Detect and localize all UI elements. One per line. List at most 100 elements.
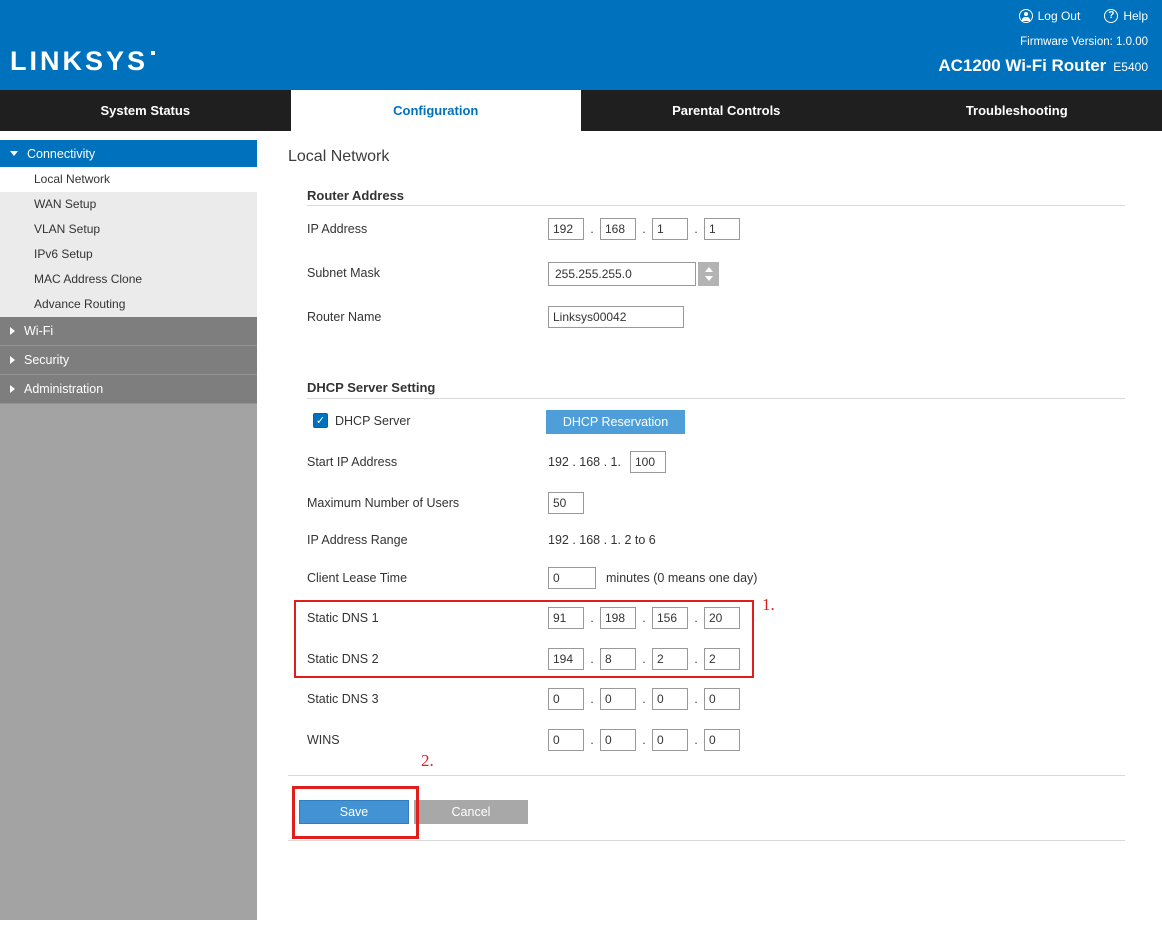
octet-separator — [688, 611, 704, 625]
lease-time-suffix: minutes (0 means one day) — [606, 571, 757, 585]
max-users-input[interactable] — [548, 492, 584, 514]
sidebar-section-administration[interactable]: Administration — [0, 375, 257, 404]
subnet-mask-text: 255.255.255.0 — [555, 267, 632, 281]
help-question-icon — [1104, 9, 1118, 23]
dns3-octet-2-input[interactable] — [600, 688, 636, 710]
octet-separator — [584, 611, 600, 625]
chevron-right-icon — [10, 385, 15, 393]
divider — [307, 398, 1125, 399]
spinner-up-icon — [705, 267, 713, 272]
tab-configuration[interactable]: Configuration — [291, 90, 582, 131]
octet-separator — [636, 611, 652, 625]
chevron-right-icon — [10, 327, 15, 335]
lease-time-input[interactable] — [548, 567, 596, 589]
sidebar-item-ipv6-setup[interactable]: IPv6 Setup — [0, 242, 257, 267]
ip-octet-2-input[interactable] — [600, 218, 636, 240]
ip-octet-4-input[interactable] — [704, 218, 740, 240]
dns2-octet-4-input[interactable] — [704, 648, 740, 670]
logo-trademark-icon — [151, 51, 155, 55]
main-content: Local Network Router Address IP Address … — [288, 131, 1162, 942]
router-name-input[interactable] — [548, 306, 684, 328]
octet-separator — [584, 222, 600, 236]
subnet-mask-label: Subnet Mask — [307, 266, 380, 280]
octet-separator — [688, 733, 704, 747]
router-admin-page: LINKSYS Log Out Help Firmware Version: 1… — [0, 0, 1162, 942]
subnet-mask-value: 255.255.255.0 — [548, 262, 696, 286]
static-dns1-label: Static DNS 1 — [307, 611, 379, 625]
dns1-octet-3-input[interactable] — [652, 607, 688, 629]
logo-text: LINKSYS — [10, 46, 148, 76]
sidebar-section-label: Administration — [24, 382, 103, 396]
octet-separator — [636, 733, 652, 747]
divider — [288, 775, 1125, 776]
static-dns1-octets — [548, 607, 740, 629]
subnet-mask-select[interactable]: 255.255.255.0 — [548, 262, 719, 286]
wins-label: WINS — [307, 733, 340, 747]
divider — [307, 205, 1125, 206]
ip-address-label: IP Address — [307, 222, 367, 236]
cancel-button[interactable]: Cancel — [414, 800, 528, 824]
octet-separator — [584, 733, 600, 747]
sidebar-section-connectivity[interactable]: Connectivity — [0, 140, 257, 167]
sidebar-background — [0, 404, 257, 920]
firmware-version: Firmware Version: 1.0.00 — [1020, 36, 1148, 48]
max-users-label: Maximum Number of Users — [307, 496, 459, 510]
model-number: E5400 — [1113, 60, 1148, 74]
sidebar-item-mac-address-clone[interactable]: MAC Address Clone — [0, 267, 257, 292]
dns2-octet-3-input[interactable] — [652, 648, 688, 670]
sidebar-section-label: Connectivity — [27, 147, 95, 161]
help-link[interactable]: Help — [1104, 9, 1148, 23]
sidebar-item-wan-setup[interactable]: WAN Setup — [0, 192, 257, 217]
sidebar-item-vlan-setup[interactable]: VLAN Setup — [0, 217, 257, 242]
tab-bar: System Status Configuration Parental Con… — [0, 90, 1162, 131]
wins-octet-3-input[interactable] — [652, 729, 688, 751]
linksys-logo: LINKSYS — [10, 46, 155, 77]
tab-parental-controls[interactable]: Parental Controls — [581, 90, 872, 131]
dns2-octet-1-input[interactable] — [548, 648, 584, 670]
sidebar-item-advance-routing[interactable]: Advance Routing — [0, 292, 257, 317]
start-ip-input[interactable] — [630, 451, 666, 473]
start-ip-prefix: 192 . 168 . 1. — [548, 455, 621, 469]
router-name-label: Router Name — [307, 310, 381, 324]
tab-system-status[interactable]: System Status — [0, 90, 291, 131]
dhcp-server-checkbox[interactable] — [313, 413, 328, 428]
product-name: AC1200 Wi-Fi Router — [938, 56, 1106, 76]
dns3-octet-3-input[interactable] — [652, 688, 688, 710]
header-links: Log Out Help — [1019, 9, 1148, 23]
dns3-octet-4-input[interactable] — [704, 688, 740, 710]
static-dns2-label: Static DNS 2 — [307, 652, 379, 666]
ip-address-octets — [548, 218, 740, 240]
dns1-octet-2-input[interactable] — [600, 607, 636, 629]
dns3-octet-1-input[interactable] — [548, 688, 584, 710]
wins-octet-1-input[interactable] — [548, 729, 584, 751]
sidebar-section-security[interactable]: Security — [0, 346, 257, 375]
ip-range-label: IP Address Range — [307, 533, 408, 547]
static-dns2-octets — [548, 648, 740, 670]
ip-octet-1-input[interactable] — [548, 218, 584, 240]
router-address-heading: Router Address — [307, 188, 404, 203]
sidebar-item-local-network[interactable]: Local Network — [0, 167, 257, 192]
dns2-octet-2-input[interactable] — [600, 648, 636, 670]
logout-link[interactable]: Log Out — [1019, 9, 1081, 23]
subnet-spinner[interactable] — [698, 262, 719, 286]
sidebar-section-label: Security — [24, 353, 69, 367]
dhcp-server-label: DHCP Server — [335, 414, 410, 428]
page-title: Local Network — [288, 148, 389, 166]
save-button[interactable]: Save — [299, 800, 409, 824]
help-label: Help — [1123, 9, 1148, 23]
sidebar-section-wifi[interactable]: Wi-Fi — [0, 317, 257, 346]
wins-octet-2-input[interactable] — [600, 729, 636, 751]
dns1-octet-4-input[interactable] — [704, 607, 740, 629]
wins-octet-4-input[interactable] — [704, 729, 740, 751]
static-dns3-label: Static DNS 3 — [307, 692, 379, 706]
ip-octet-3-input[interactable] — [652, 218, 688, 240]
dhcp-heading: DHCP Server Setting — [307, 380, 435, 395]
spinner-down-icon — [705, 276, 713, 281]
dns1-octet-1-input[interactable] — [548, 607, 584, 629]
tab-troubleshooting[interactable]: Troubleshooting — [872, 90, 1162, 131]
logout-label: Log Out — [1038, 9, 1081, 23]
dhcp-reservation-button[interactable]: DHCP Reservation — [546, 410, 685, 434]
divider — [288, 840, 1125, 841]
header: LINKSYS Log Out Help Firmware Version: 1… — [0, 0, 1162, 90]
ip-range-value: 192 . 168 . 1. 2 to 6 — [548, 533, 656, 547]
